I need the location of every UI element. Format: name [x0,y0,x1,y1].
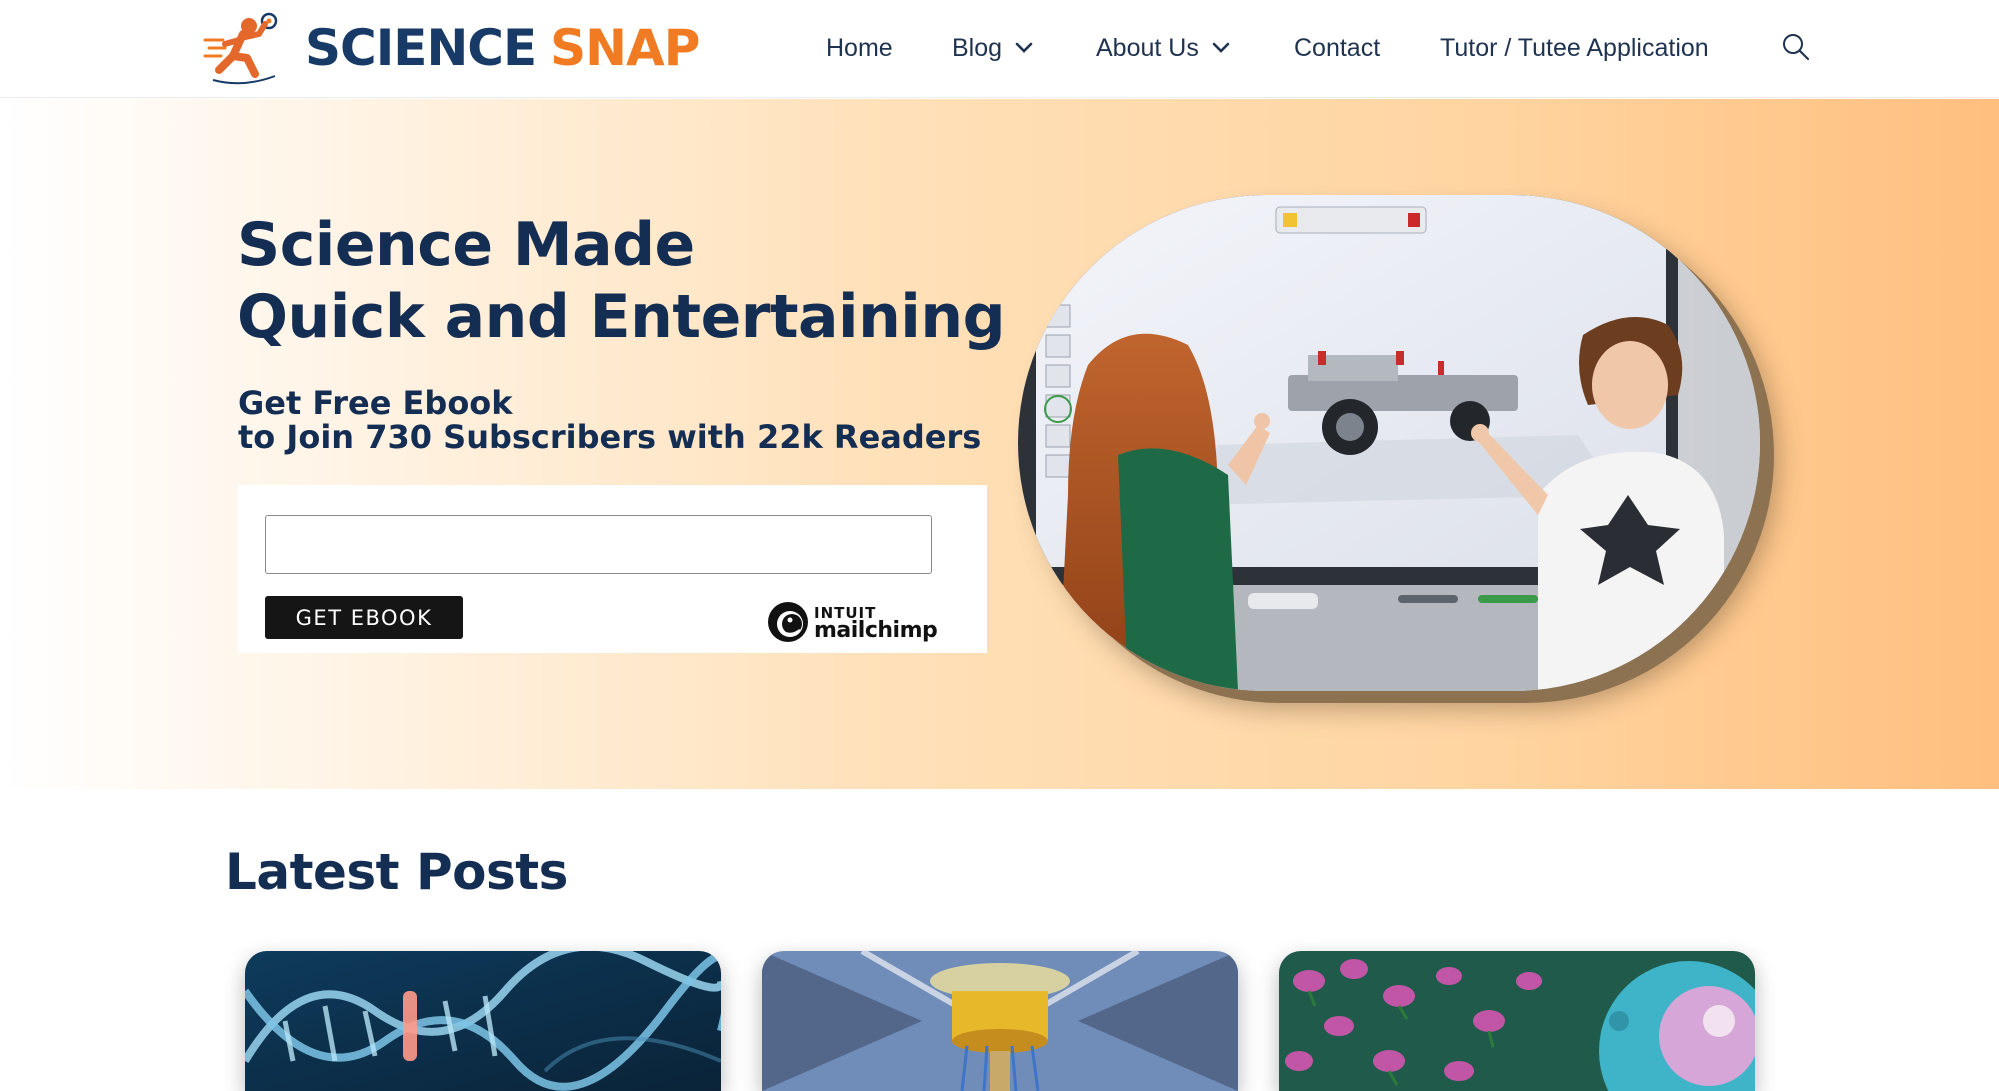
chevron-down-icon [1015,42,1033,53]
hero-kids-smartboard-image [1018,195,1760,691]
dna-helix-image [245,951,721,1091]
quantum-computer-image [762,951,1238,1091]
nav-tutor-application[interactable]: Tutor / Tutee Application [1440,30,1709,66]
site-header: SCIENCE SNAP Home Blog About Us Contact … [0,0,1999,98]
kids-smartboard-illustration [1018,195,1760,691]
nav-contact-label: Contact [1294,33,1381,62]
chevron-down-icon [1212,42,1230,53]
search-icon[interactable] [1781,32,1811,62]
hero-title-line-2: Quick and Entertaining [237,282,1006,352]
hero-title-line-1: Science Made [237,210,695,280]
post-card-quantum[interactable] [762,951,1238,1091]
hero-subtitle: Get Free Ebook to Join 730 Subscribers w… [238,386,981,454]
hero-subtitle-line-1: Get Free Ebook [238,384,513,422]
mailchimp-badge[interactable]: INTUIT mailchimp [766,599,938,645]
nav-blog[interactable]: Blog [952,30,1034,66]
hero-section: Science Made Quick and Entertaining Get … [0,99,1999,789]
post-card-roses[interactable] [1279,951,1755,1091]
post-card-dna[interactable] [245,951,721,1091]
mailchimp-wordmark: INTUIT mailchimp [814,604,938,643]
mailchimp-label: mailchimp [814,618,938,643]
email-field[interactable] [265,515,932,574]
get-ebook-button[interactable]: GET EBOOK [265,596,463,639]
nav-blog-label: Blog [952,33,1003,62]
rose-buds-petri-dish-image [1279,951,1755,1091]
hero-title: Science Made Quick and Entertaining [237,209,1006,353]
newsletter-form: GET EBOOK INTUIT mailchimp [238,485,987,653]
main-nav: Home Blog About Us Contact Tutor / Tutee… [0,0,1999,98]
nav-home-label: Home [826,33,893,62]
nav-about-us[interactable]: About Us [1096,30,1231,66]
hero-subtitle-line-2: to Join 730 Subscribers with 22k Readers [238,418,982,456]
latest-posts-heading: Latest Posts [225,843,568,901]
nav-about-us-label: About Us [1096,33,1199,62]
nav-home[interactable]: Home [826,30,893,66]
nav-contact[interactable]: Contact [1294,30,1380,66]
nav-tutor-application-label: Tutor / Tutee Application [1440,33,1709,62]
mailchimp-monkey-icon [768,602,808,642]
